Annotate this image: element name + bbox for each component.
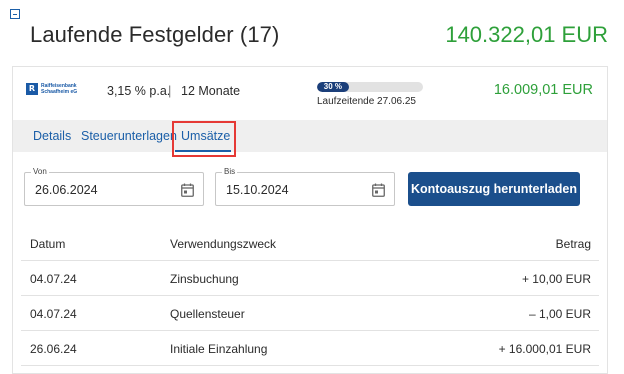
maturity-date: Laufzeitende 27.06.25 bbox=[317, 96, 416, 107]
column-header-amount: Betrag bbox=[555, 237, 591, 251]
download-statement-button[interactable]: Kontoauszug herunterladen bbox=[408, 172, 580, 206]
date-from-field[interactable]: Von 26.06.2024 bbox=[24, 167, 204, 206]
group-total: 140.322,01 EUR bbox=[445, 22, 608, 47]
table-row: 04.07.24 Zinsbuchung + 10,00 EUR bbox=[21, 261, 599, 296]
tab-transactions[interactable]: Umsätze bbox=[181, 129, 230, 143]
tab-details[interactable]: Details bbox=[33, 129, 71, 143]
collapse-icon[interactable] bbox=[10, 9, 20, 19]
active-tab-indicator bbox=[175, 150, 231, 152]
deposit-amount: 16.009,01 EUR bbox=[493, 82, 593, 98]
bank-logo-text: Raiffeisenbank Schaafheim eG bbox=[41, 83, 77, 95]
row-date: 26.06.24 bbox=[30, 342, 77, 356]
table-row: 04.07.24 Quellensteuer – 1,00 EUR bbox=[21, 296, 599, 331]
tab-tax-documents[interactable]: Steuerunterlagen bbox=[81, 129, 177, 143]
deposit-card: R Raiffeisenbank Schaafheim eG 3,15 % p.… bbox=[12, 66, 608, 374]
term-progress-fill: 30 % bbox=[317, 82, 349, 92]
interest-rate: 3,15 % p.a. bbox=[107, 84, 171, 98]
row-amount: – 1,00 EUR bbox=[528, 307, 591, 321]
deposit-summary: R Raiffeisenbank Schaafheim eG 3,15 % p.… bbox=[13, 67, 607, 119]
calendar-icon[interactable] bbox=[372, 183, 385, 197]
date-from-value: 26.06.2024 bbox=[35, 183, 98, 197]
table-header-row: Datum Verwendungszweck Betrag bbox=[21, 227, 599, 261]
table-row: 26.06.24 Initiale Einzahlung + 16.000,01… bbox=[21, 331, 599, 366]
group-title: Laufende Festgelder (17) bbox=[30, 22, 280, 47]
row-purpose: Initiale Einzahlung bbox=[170, 342, 268, 356]
date-to-label: Bis bbox=[222, 167, 238, 176]
term-progress-bar: 30 % bbox=[317, 82, 423, 92]
row-date: 04.07.24 bbox=[30, 307, 77, 321]
date-from-label: Von bbox=[31, 167, 49, 176]
transactions-table: Datum Verwendungszweck Betrag 04.07.24 Z… bbox=[21, 227, 599, 366]
tabs-bar: Details Steuerunterlagen Umsätze bbox=[13, 120, 607, 152]
column-header-date: Datum bbox=[30, 237, 66, 251]
bank-name-line2: Schaafheim eG bbox=[41, 89, 78, 95]
row-date: 04.07.24 bbox=[30, 272, 77, 286]
date-to-field[interactable]: Bis 15.10.2024 bbox=[215, 167, 395, 206]
date-to-value: 15.10.2024 bbox=[226, 183, 289, 197]
bank-logo: R Raiffeisenbank Schaafheim eG bbox=[26, 83, 77, 95]
calendar-icon[interactable] bbox=[181, 183, 194, 197]
row-amount: + 16.000,01 EUR bbox=[498, 342, 591, 356]
row-purpose: Quellensteuer bbox=[170, 307, 245, 321]
row-amount: + 10,00 EUR bbox=[521, 272, 591, 286]
summary-separator: | bbox=[168, 83, 172, 98]
bank-logo-mark: R bbox=[26, 83, 38, 95]
column-header-purpose: Verwendungszweck bbox=[170, 237, 277, 251]
row-purpose: Zinsbuchung bbox=[170, 272, 239, 286]
term-duration: 12 Monate bbox=[181, 84, 241, 98]
